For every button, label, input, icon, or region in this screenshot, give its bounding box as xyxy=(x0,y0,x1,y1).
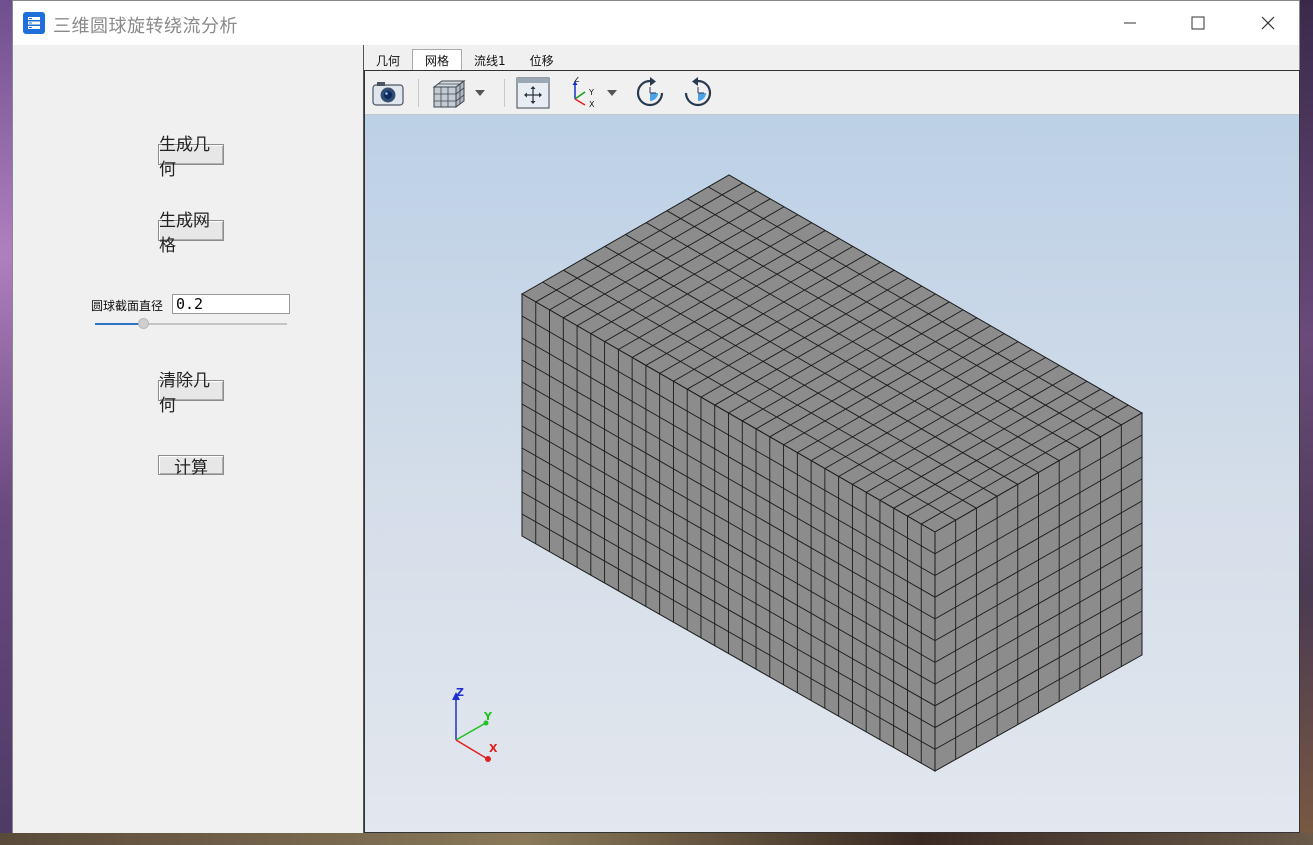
tab-streamline[interactable]: 流线1 xyxy=(462,49,518,71)
close-icon xyxy=(1261,16,1275,30)
title-bar[interactable]: 三维圆球旋转绕流分析 xyxy=(13,1,1299,45)
tab-geometry[interactable]: 几何 xyxy=(364,49,412,71)
desktop-background-left xyxy=(0,0,12,845)
mesh-view-button[interactable] xyxy=(429,77,469,109)
minimize-icon xyxy=(1124,22,1136,24)
axes-triad: Z Y X xyxy=(452,686,498,762)
generate-geometry-button[interactable]: 生成几何 xyxy=(158,135,224,180)
view-panel: 几何 网格 流线1 位移 Z Y X Z Y X xyxy=(363,45,1300,833)
toolbar-separator xyxy=(418,79,419,107)
svg-text:Z: Z xyxy=(574,77,580,84)
diameter-label: 圆球截面直径 xyxy=(91,299,164,313)
view-tabs: 几何 网格 流线1 位移 xyxy=(364,49,566,71)
generate-mesh-button[interactable]: 生成网格 xyxy=(158,211,224,256)
camera-icon xyxy=(372,82,404,106)
compute-button[interactable]: 计算 xyxy=(158,455,224,478)
axes-orient-icon: Z Y X xyxy=(572,77,595,109)
desktop-background-bottom xyxy=(0,833,1313,845)
axis-x-label: X xyxy=(489,742,498,755)
mesh-view-icon xyxy=(432,80,466,108)
rotate-counterclockwise-button[interactable] xyxy=(681,77,715,109)
svg-text:Y: Y xyxy=(588,88,594,97)
minimize-button[interactable] xyxy=(1095,1,1165,45)
clear-geometry-button[interactable]: 清除几何 xyxy=(158,371,224,416)
axes-orientation-button[interactable]: Z Y X xyxy=(567,77,601,109)
maximize-button[interactable] xyxy=(1163,1,1233,45)
dropdown-arrow-icon xyxy=(607,90,617,96)
3d-viewport[interactable]: Z Y X xyxy=(365,115,1299,832)
rotate-cw-icon xyxy=(636,77,664,107)
diameter-slider[interactable] xyxy=(95,318,287,329)
rotate-clockwise-button[interactable] xyxy=(633,77,667,109)
svg-text:X: X xyxy=(589,100,595,109)
app-logo-icon xyxy=(23,12,45,34)
desktop-background-right xyxy=(1300,0,1313,845)
tab-displacement[interactable]: 位移 xyxy=(518,49,566,71)
slider-fill xyxy=(95,323,143,325)
rotate-ccw-icon xyxy=(684,77,712,107)
close-button[interactable] xyxy=(1233,1,1303,45)
screenshot-button[interactable] xyxy=(369,77,407,109)
app-window: 三维圆球旋转绕流分析 生成几何 生成网格 圆球截面直径 0.2 清除几何 计算 … xyxy=(12,0,1300,833)
viewer-frame: Z Y X Z Y X xyxy=(364,70,1300,833)
axis-z-label: Z xyxy=(456,686,464,699)
dropdown-arrow-icon xyxy=(475,90,485,96)
diameter-input[interactable]: 0.2 xyxy=(172,294,290,314)
axis-y-label: Y xyxy=(483,710,493,723)
control-panel: 生成几何 生成网格 圆球截面直径 0.2 清除几何 计算 xyxy=(13,45,363,833)
fit-view-button[interactable] xyxy=(515,77,551,109)
toolbar-separator xyxy=(504,79,505,107)
axes-orientation-dropdown[interactable] xyxy=(605,77,619,109)
viewer-toolbar: Z Y X xyxy=(365,71,1299,115)
fit-view-icon xyxy=(516,77,550,109)
mesh-view-dropdown[interactable] xyxy=(473,77,487,109)
window-title: 三维圆球旋转绕流分析 xyxy=(53,16,238,37)
tab-mesh[interactable]: 网格 xyxy=(412,49,463,71)
slider-thumb[interactable] xyxy=(138,318,149,329)
maximize-icon xyxy=(1191,16,1205,30)
mesh-box[interactable]: Z Y X xyxy=(365,115,1299,832)
